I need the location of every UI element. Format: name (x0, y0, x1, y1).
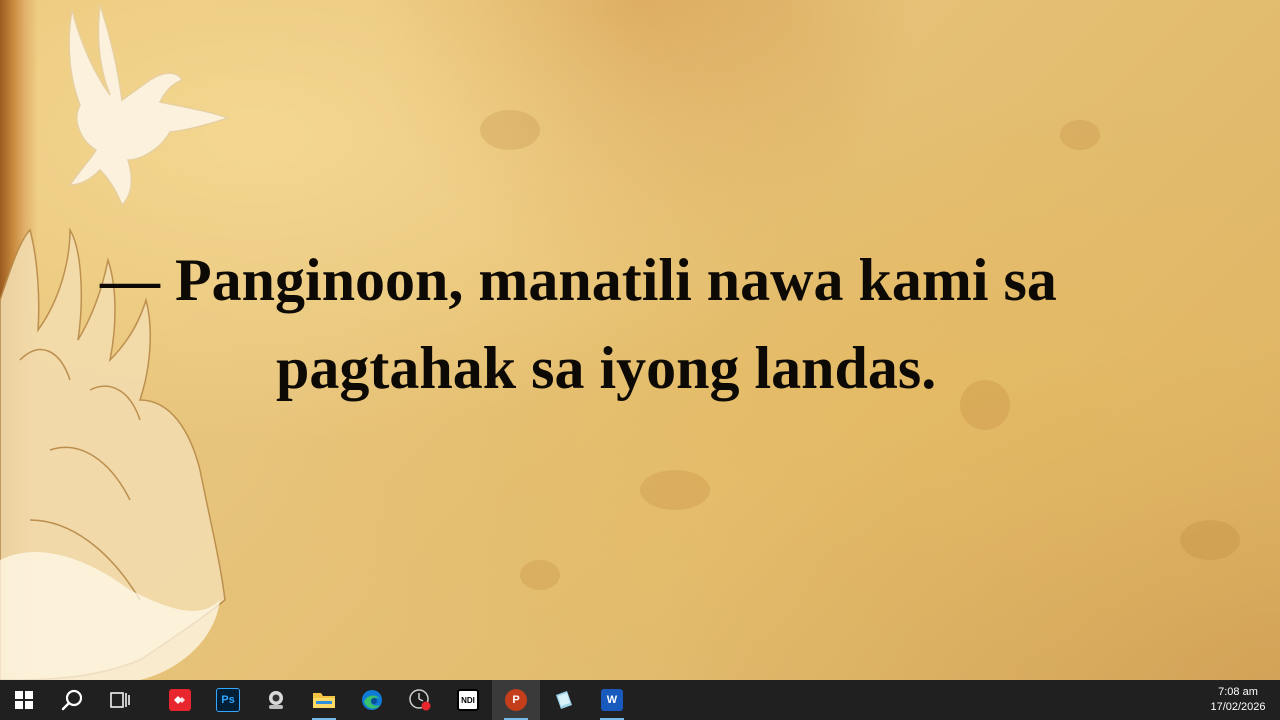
clock-date: 17/02/2026 (1210, 701, 1266, 713)
desktop-screen: — Panginoon, manatili nawa kami sa pagta… (0, 0, 1280, 720)
recorder-app[interactable] (396, 680, 444, 720)
notes-icon (556, 691, 572, 709)
edge-app[interactable] (348, 680, 396, 720)
webcam-app[interactable] (252, 680, 300, 720)
parchment-stain (1060, 120, 1100, 150)
folder-icon (313, 693, 335, 708)
word-icon: W (601, 689, 623, 711)
search-icon (61, 689, 83, 711)
powerpoint-app[interactable]: P (492, 680, 540, 720)
windows-taskbar: Ps NDI P W 7:08 am 17/02/2026 (0, 680, 1280, 720)
recorder-icon (409, 689, 431, 711)
anydesk-icon (169, 689, 191, 711)
powerpoint-icon: P (505, 689, 527, 711)
start-button[interactable] (0, 680, 48, 720)
photoshop-icon: Ps (216, 688, 240, 712)
dove-icon (68, 4, 231, 207)
file-explorer-app[interactable] (300, 680, 348, 720)
task-view-button[interactable] (96, 680, 144, 720)
parchment-stain (1180, 520, 1240, 560)
webcam-icon (269, 691, 283, 709)
verse-line-1: — Panginoon, manatili nawa kami sa (100, 247, 1057, 313)
clock-time: 7:08 am (1218, 686, 1258, 698)
search-button[interactable] (48, 680, 96, 720)
slide-verse-text: — Panginoon, manatili nawa kami sa pagta… (100, 236, 1220, 412)
windows-logo-icon (15, 691, 33, 709)
parchment-stain (520, 560, 560, 590)
edge-icon (362, 690, 382, 710)
parchment-stain (640, 470, 710, 510)
system-clock[interactable]: 7:08 am 17/02/2026 (1196, 680, 1280, 720)
verse-line-2: pagtahak sa iyong landas. (276, 335, 937, 401)
word-app[interactable]: W (588, 680, 636, 720)
parchment-stain (480, 110, 540, 150)
photoshop-app[interactable]: Ps (204, 680, 252, 720)
ndi-icon: NDI (457, 689, 479, 711)
task-view-icon (110, 692, 130, 708)
anydesk-app[interactable] (156, 680, 204, 720)
notes-app[interactable] (540, 680, 588, 720)
ndi-app[interactable]: NDI (444, 680, 492, 720)
presentation-slide[interactable]: — Panginoon, manatili nawa kami sa pagta… (0, 0, 1280, 680)
